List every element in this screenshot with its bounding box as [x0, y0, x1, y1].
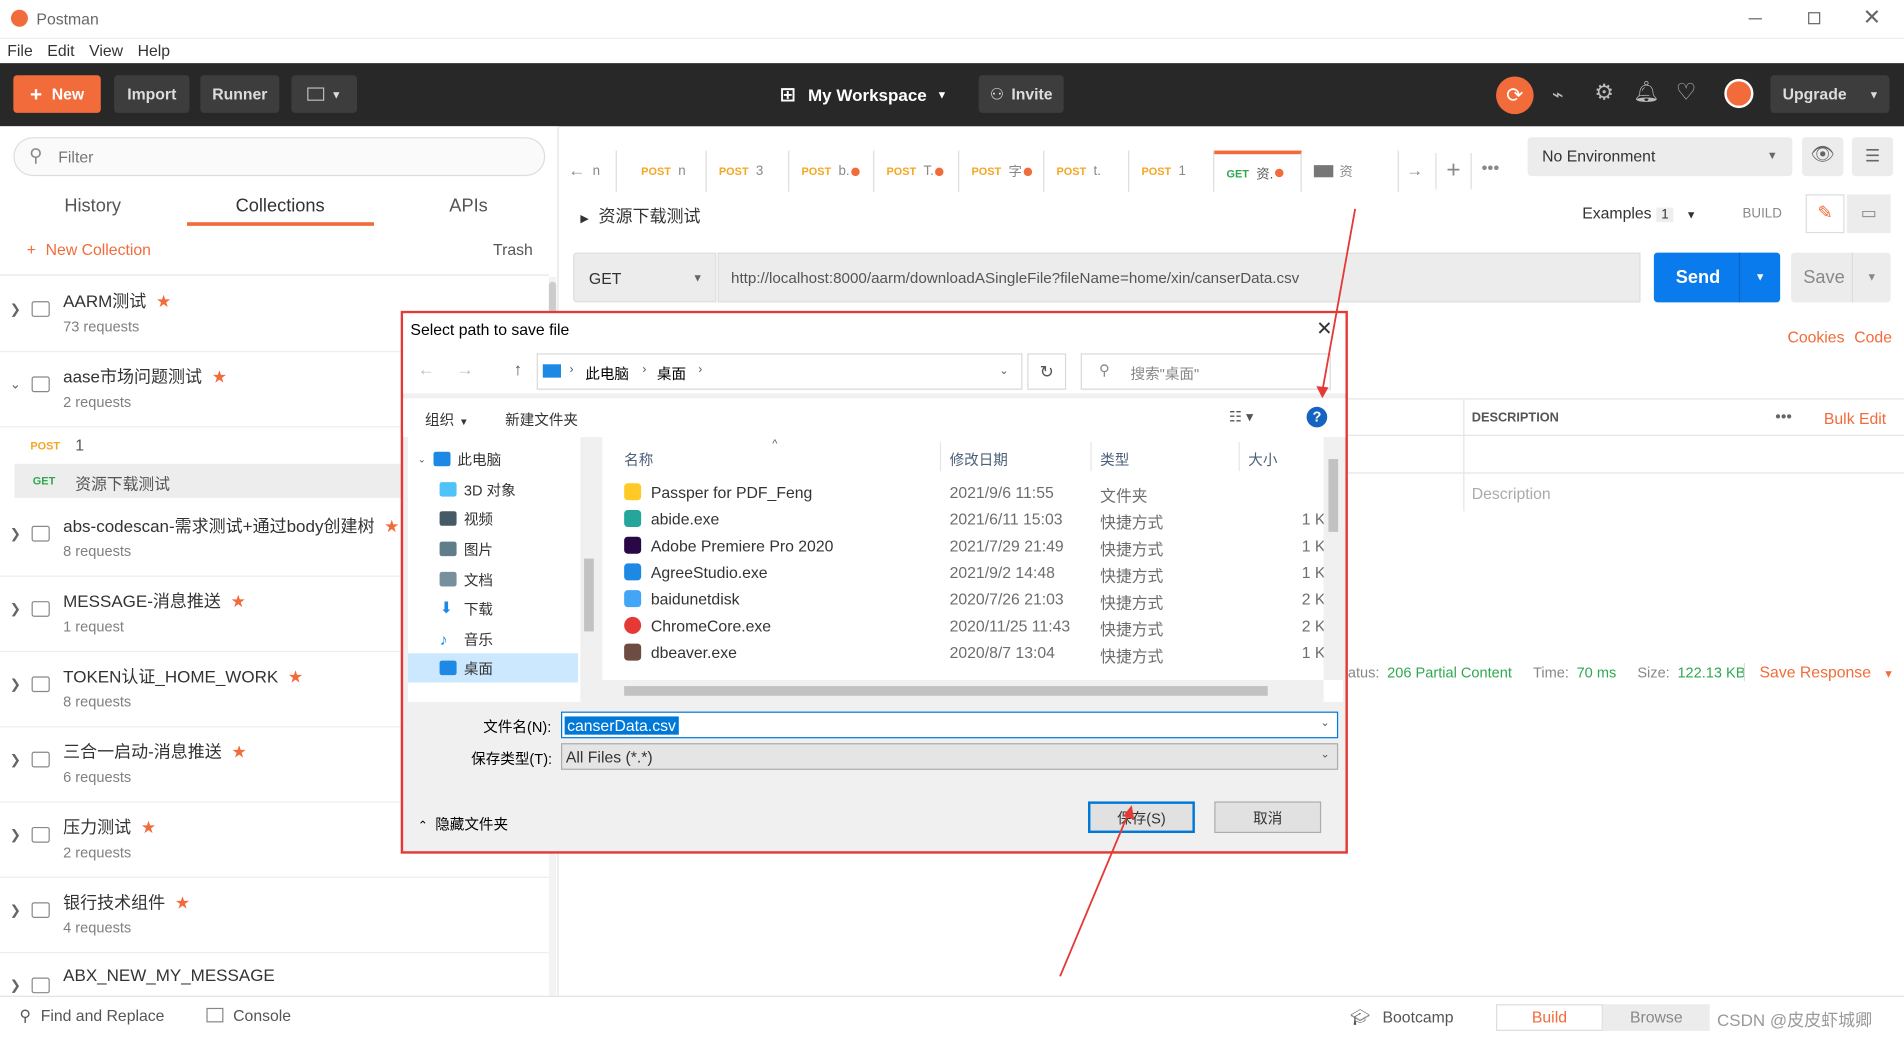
arrowhead-help: [1316, 386, 1329, 399]
annotation-arrows: [1059, 208, 1357, 977]
arrow-to-help: [1321, 208, 1357, 392]
arrow-to-save: [1059, 810, 1131, 977]
arrowhead-save: [1123, 805, 1135, 820]
postman-window: Postman ✕ File Edit View Help + New Import R…: [0, 0, 1904, 1037]
